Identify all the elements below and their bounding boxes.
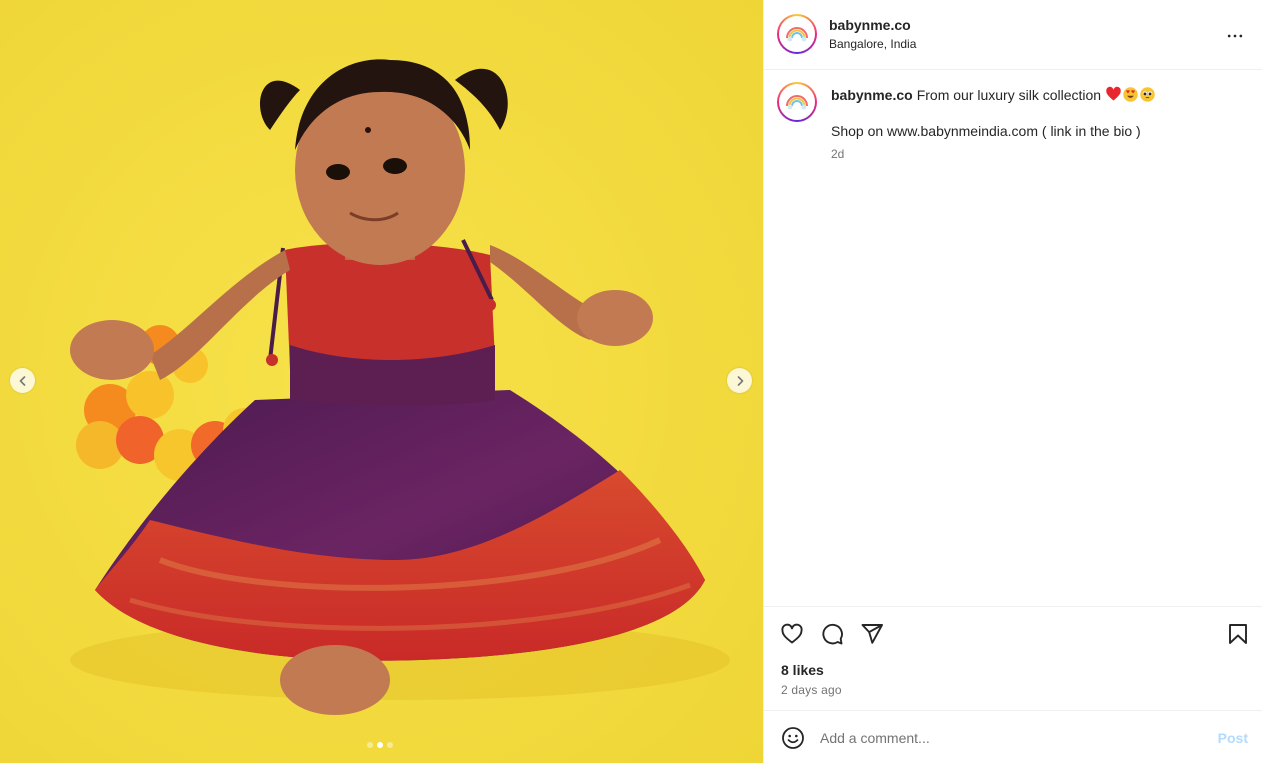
red-heart-icon [1106,86,1121,101]
send-icon [861,624,883,644]
author-username[interactable]: babynme.co [829,17,911,33]
more-horizontal-icon [1227,34,1243,38]
slide-indicator [367,742,393,748]
caption-username[interactable]: babynme.co [831,87,913,103]
like-button[interactable] [779,621,805,647]
author-avatar[interactable] [777,14,817,54]
save-button[interactable] [1225,621,1251,647]
chevron-right-icon [737,375,743,386]
post-media[interactable] [0,0,763,763]
slide-dot [367,742,373,748]
chevron-left-icon [19,375,25,386]
comment-button[interactable] [819,621,845,647]
slide-dot [387,742,393,748]
caption-shop-line: Shop on www.babynmeindia.com ( link in t… [831,123,1141,139]
share-button[interactable] [859,621,885,647]
emoji-picker-button[interactable] [780,725,806,751]
previous-slide-button[interactable] [10,368,35,393]
post-side-panel: babynme.co Bangalore, India babynme.co F… [763,0,1262,763]
more-options-button[interactable] [1223,24,1247,48]
post-comment-button[interactable]: Post [1218,730,1248,746]
caption-timestamp[interactable]: 2d [831,147,844,161]
bookmark-icon [1229,624,1247,644]
smiley-icon [782,727,804,749]
like-count[interactable]: 8 likes [781,662,824,678]
caption-avatar[interactable] [777,82,817,122]
post-actions: 8 likes 2 days ago [764,606,1262,710]
comment-input[interactable] [820,727,1200,749]
add-comment-bar: Post [764,710,1262,763]
caption-text: From our luxury silk collection [916,87,1102,103]
rainbow-logo-icon [786,27,808,42]
slide-dot-active [377,742,383,748]
pleading-face-icon [1140,87,1155,102]
post-photo [0,0,763,763]
heart-eyes-face-icon [1123,87,1138,102]
post-location[interactable]: Bangalore, India [829,37,916,51]
post-timestamp[interactable]: 2 days ago [781,683,842,697]
heart-icon [781,623,803,644]
post-header: babynme.co Bangalore, India [764,0,1262,70]
next-slide-button[interactable] [727,368,752,393]
comment-icon [822,623,843,645]
rainbow-logo-icon [786,95,808,110]
caption-text-line: babynme.co From our luxury silk collectio… [831,86,1251,104]
